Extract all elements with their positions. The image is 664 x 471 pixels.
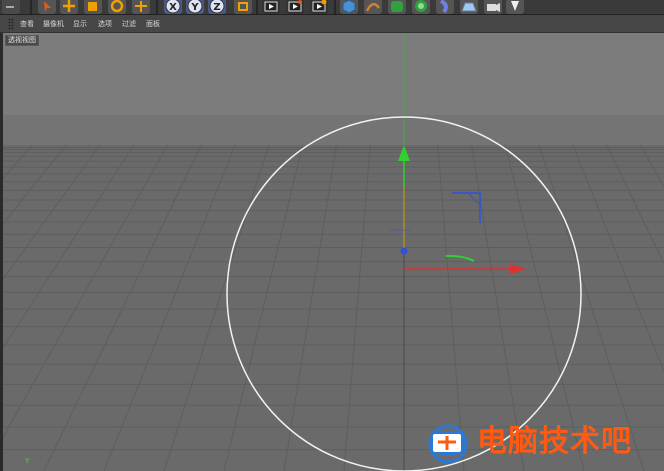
x-axis-lock-icon[interactable]: X xyxy=(164,0,182,14)
x-axis-lock-label: X xyxy=(169,2,177,13)
menu-options[interactable]: 选项 xyxy=(98,19,112,29)
toolbar-separator xyxy=(334,0,336,14)
toolbar-separator xyxy=(256,0,258,14)
world-coordinates-icon[interactable] xyxy=(234,0,252,14)
render-settings-icon[interactable] xyxy=(310,0,328,14)
viewport-menubar: 查看 摄像机 显示 选项 过滤 面板 xyxy=(0,15,664,33)
camera-icon[interactable] xyxy=(484,0,502,14)
watermark-logo-icon xyxy=(428,424,468,464)
toolbar-separator xyxy=(156,0,158,14)
toolbar-separator xyxy=(30,0,32,14)
watermark: 电脑技术吧 xyxy=(422,420,662,468)
move-icon[interactable] xyxy=(60,0,78,14)
menu-filter[interactable]: 过滤 xyxy=(122,19,136,29)
menu-display[interactable]: 显示 xyxy=(73,19,87,29)
y-axis-lock-icon[interactable]: Y xyxy=(186,0,204,14)
menu-cameras[interactable]: 摄像机 xyxy=(43,19,64,29)
viewport-canvas[interactable] xyxy=(0,33,664,471)
menu-view[interactable]: 查看 xyxy=(20,19,34,29)
deformer-icon[interactable] xyxy=(436,0,454,14)
z-axis-origin-dot-icon[interactable] xyxy=(400,247,408,255)
pen-spline-icon[interactable] xyxy=(364,0,382,14)
floor-icon[interactable] xyxy=(460,0,478,14)
menu-panel[interactable]: 面板 xyxy=(146,19,160,29)
viewport-left-border xyxy=(0,33,3,471)
render-to-picture-viewer-icon[interactable] xyxy=(286,0,304,14)
cloner-icon[interactable] xyxy=(412,0,430,14)
render-view-icon[interactable] xyxy=(262,0,280,14)
z-axis-lock-label: Z xyxy=(213,2,220,13)
perspective-viewport[interactable]: 透视视图 xyxy=(0,33,664,471)
undo-icon[interactable] xyxy=(2,0,20,14)
z-axis-lock-icon[interactable]: Z xyxy=(208,0,226,14)
y-axis-lock-label: Y xyxy=(190,2,199,13)
light-icon[interactable] xyxy=(506,0,524,14)
world-axis-y-label: Y xyxy=(25,457,30,465)
rotate-icon[interactable] xyxy=(108,0,126,14)
selection-arrow-icon[interactable] xyxy=(38,0,56,14)
main-toolbar: X Y Z xyxy=(0,0,664,15)
add-object-icon[interactable] xyxy=(132,0,150,14)
scale-icon[interactable] xyxy=(84,0,102,14)
subdivision-icon[interactable] xyxy=(388,0,406,14)
watermark-text: 电脑技术吧 xyxy=(477,424,632,459)
panel-grip-handle[interactable] xyxy=(8,18,14,30)
cube-primitive-icon[interactable] xyxy=(340,0,358,14)
viewport-label[interactable]: 透视视图 xyxy=(5,35,39,46)
